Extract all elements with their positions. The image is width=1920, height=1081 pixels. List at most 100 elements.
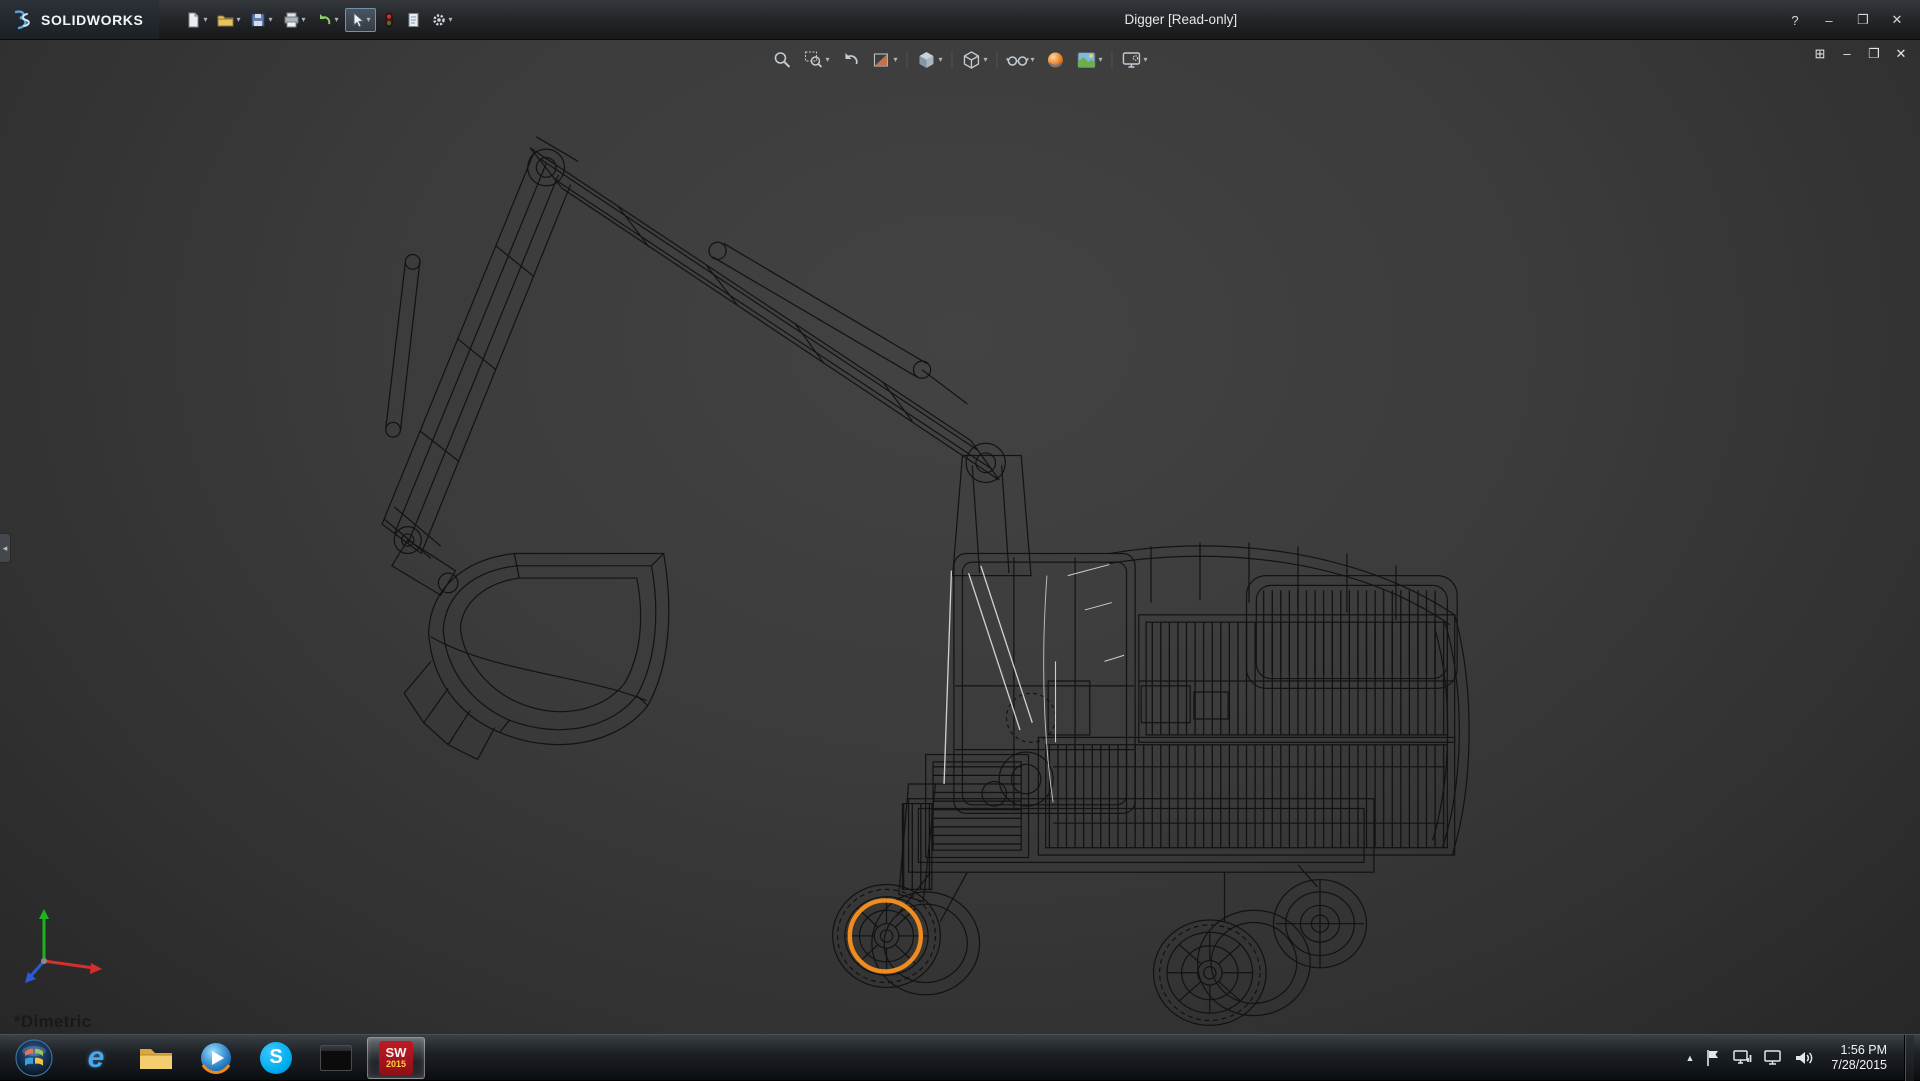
folder-icon xyxy=(138,1043,174,1073)
apply-scene-icon xyxy=(1077,51,1097,69)
quick-access-toolbar: ▾ ▾ ▾ ▾ xyxy=(181,8,456,32)
reference-triad[interactable] xyxy=(24,895,120,991)
rebuild-icon xyxy=(382,12,396,28)
select-button[interactable]: ▾ xyxy=(345,8,376,32)
logo-brand-text: SOLIDWORKS xyxy=(41,12,143,28)
show-hidden-icons-button[interactable]: ▲ xyxy=(1685,1053,1694,1063)
heads-up-view-toolbar: ▾ ▾ xyxy=(770,48,1149,72)
skype-icon: S xyxy=(260,1042,292,1074)
dropdown-caret-icon[interactable]: ▾ xyxy=(302,16,306,24)
rebuild-button[interactable] xyxy=(378,9,400,31)
previous-view-icon xyxy=(840,50,860,70)
doc-restore-button[interactable]: ❐ xyxy=(1865,46,1883,62)
dropdown-caret-icon[interactable]: ▾ xyxy=(268,16,272,24)
3ds-logo-icon xyxy=(10,8,34,32)
display-settings-icon[interactable] xyxy=(1763,1049,1783,1067)
hide-show-items-button[interactable]: ▾ xyxy=(1005,48,1037,72)
dropdown-caret-icon[interactable]: ▾ xyxy=(236,16,240,24)
select-cursor-icon xyxy=(350,12,365,28)
system-tray: ▲ 1:56 PM 7/28/2015 xyxy=(1685,1035,1920,1080)
dropdown-caret-icon[interactable]: ▾ xyxy=(203,16,207,24)
save-floppy-icon xyxy=(250,12,266,28)
solidworks-logo: SOLIDWORKS xyxy=(0,0,159,39)
panel-collapse-tab[interactable]: ◂ xyxy=(0,533,11,563)
view-orientation-label: *Dimetric xyxy=(14,1012,91,1032)
zoom-to-area-button[interactable]: ▾ xyxy=(801,48,831,72)
dropdown-caret-icon[interactable]: ▾ xyxy=(893,56,897,64)
dropdown-caret-icon[interactable]: ▾ xyxy=(1144,56,1148,64)
toolbar-separator xyxy=(997,51,998,69)
section-view-button[interactable]: ▾ xyxy=(869,48,899,72)
network-status-icon[interactable] xyxy=(1732,1049,1752,1067)
close-button[interactable]: ✕ xyxy=(1882,7,1912,33)
boom-arm[interactable] xyxy=(382,137,999,595)
undo-arrow-icon xyxy=(316,12,333,28)
window-title: Digger [Read-only] xyxy=(1125,12,1238,27)
document-window-controls: ⊞ – ❐ ✕ xyxy=(1811,46,1910,62)
new-document-button[interactable]: ▾ xyxy=(181,9,211,31)
dropdown-caret-icon[interactable]: ▾ xyxy=(367,16,371,24)
dropdown-caret-icon[interactable]: ▾ xyxy=(983,56,987,64)
edit-appearance-button[interactable] xyxy=(1044,48,1068,72)
start-button[interactable] xyxy=(3,1037,65,1079)
clock-date: 7/28/2015 xyxy=(1831,1058,1887,1073)
zoom-to-fit-button[interactable] xyxy=(770,48,794,72)
doc-close-button[interactable]: ✕ xyxy=(1892,46,1910,62)
graphics-viewport[interactable]: ▾ ▾ xyxy=(0,40,1920,1034)
save-button[interactable]: ▾ xyxy=(246,9,276,31)
dropdown-caret-icon[interactable]: ▾ xyxy=(335,16,339,24)
apply-scene-button[interactable]: ▾ xyxy=(1075,49,1105,71)
dropdown-caret-icon[interactable]: ▾ xyxy=(1099,56,1103,64)
open-folder-icon xyxy=(217,12,234,28)
volume-icon[interactable] xyxy=(1794,1049,1814,1067)
taskbar-item-solidworks[interactable]: SW 2015 xyxy=(367,1037,425,1079)
dropdown-caret-icon[interactable]: ▾ xyxy=(449,16,453,24)
taskbar-item-windows-explorer[interactable] xyxy=(127,1037,185,1079)
taskbar-item-command-prompt[interactable] xyxy=(307,1037,365,1079)
solidworks-year-badge: 2015 xyxy=(386,1059,406,1069)
boom-pedestal[interactable] xyxy=(953,443,1031,575)
show-desktop-button[interactable] xyxy=(1904,1035,1914,1081)
edit-appearance-ball-icon xyxy=(1046,50,1066,70)
taskbar-clock[interactable]: 1:56 PM 7/28/2015 xyxy=(1825,1043,1893,1073)
action-center-flag-icon[interactable] xyxy=(1705,1049,1721,1067)
display-style-icon xyxy=(961,50,981,70)
print-icon xyxy=(283,12,300,28)
taskbar-item-skype[interactable]: S xyxy=(247,1037,305,1079)
collapse-arrow-icon: ◂ xyxy=(3,543,8,554)
undo-button[interactable]: ▾ xyxy=(312,9,343,31)
title-bar: SOLIDWORKS ▾ ▾ ▾ xyxy=(0,0,1920,40)
view-orientation-button[interactable]: ▾ xyxy=(914,48,944,72)
restore-button[interactable]: ❐ xyxy=(1848,7,1878,33)
bucket[interactable] xyxy=(404,554,669,760)
file-properties-button[interactable] xyxy=(402,9,425,31)
view-settings-button[interactable]: ▾ xyxy=(1120,48,1150,72)
media-player-icon xyxy=(199,1041,233,1075)
windows-taskbar: e xyxy=(0,1034,1920,1080)
model-wireframe-digger[interactable] xyxy=(0,40,1920,1034)
print-button[interactable]: ▾ xyxy=(279,9,310,31)
minimize-button[interactable]: – xyxy=(1814,7,1844,33)
doc-minimize-button[interactable]: – xyxy=(1838,46,1856,62)
wheels[interactable] xyxy=(833,880,1367,1026)
solidworks-app-icon: SW 2015 xyxy=(379,1041,413,1075)
open-button[interactable]: ▾ xyxy=(213,9,244,31)
file-properties-icon xyxy=(406,12,421,28)
toolbar-separator xyxy=(951,51,952,69)
toolbar-separator xyxy=(1112,51,1113,69)
doc-tile-button[interactable]: ⊞ xyxy=(1811,46,1829,62)
previous-view-button[interactable] xyxy=(838,48,862,72)
machine-body[interactable] xyxy=(926,543,1469,858)
clock-time: 1:56 PM xyxy=(1831,1043,1887,1058)
taskbar-item-internet-explorer[interactable]: e xyxy=(67,1037,125,1079)
dropdown-caret-icon[interactable]: ▾ xyxy=(1031,56,1035,64)
taskbar-item-media-player[interactable] xyxy=(187,1037,245,1079)
options-button[interactable]: ▾ xyxy=(427,9,457,31)
new-document-icon xyxy=(185,12,201,28)
window-controls: ? – ❐ ✕ xyxy=(1780,0,1912,40)
solidworks-window: SOLIDWORKS ▾ ▾ ▾ xyxy=(0,0,1920,1080)
help-button[interactable]: ? xyxy=(1780,7,1810,33)
display-style-button[interactable]: ▾ xyxy=(959,48,989,72)
dropdown-caret-icon[interactable]: ▾ xyxy=(938,56,942,64)
dropdown-caret-icon[interactable]: ▾ xyxy=(825,56,829,64)
